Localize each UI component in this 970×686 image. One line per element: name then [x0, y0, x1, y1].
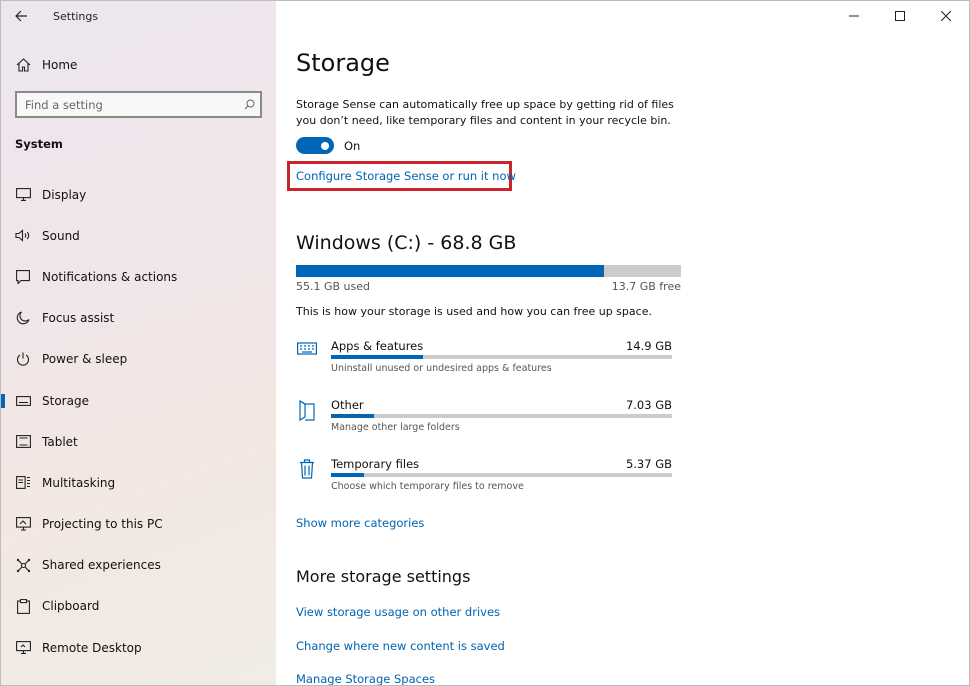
- change-save-location-link[interactable]: Change where new content is saved: [296, 639, 505, 653]
- more-storage-settings-title: More storage settings: [296, 567, 471, 586]
- category-name: Apps & features: [331, 339, 424, 353]
- sidebar-item-home[interactable]: Home: [1, 51, 276, 79]
- apps-features-icon: [296, 341, 318, 365]
- show-more-categories-link[interactable]: Show more categories: [296, 516, 424, 530]
- power-icon: [15, 352, 31, 366]
- title-bar: Settings: [1, 1, 276, 31]
- main-content: Storage Storage Sense can automatically …: [287, 1, 956, 685]
- sidebar-item-label: Clipboard: [42, 599, 100, 614]
- moon-icon: [15, 311, 31, 325]
- category-other[interactable]: Other 7.03 GB Manage other large folders: [296, 398, 676, 454]
- category-temporary-files[interactable]: Temporary files 5.37 GB Choose which tem…: [296, 457, 676, 513]
- sidebar-item-clipboard[interactable]: Clipboard: [1, 586, 276, 627]
- category-name: Other: [331, 398, 364, 412]
- other-folder-icon: [296, 400, 318, 424]
- display-icon: [15, 188, 31, 202]
- sidebar-item-label: Projecting to this PC: [42, 517, 163, 532]
- category-name: Temporary files: [331, 457, 420, 471]
- trash-icon: [296, 459, 318, 483]
- notifications-icon: [15, 270, 31, 284]
- page-title: Storage: [296, 49, 390, 77]
- sidebar-item-label: Shared experiences: [42, 558, 161, 573]
- sidebar-item-label: Display: [42, 187, 87, 202]
- sidebar-item-tablet[interactable]: Tablet: [1, 421, 276, 462]
- sidebar-item-shared-experiences[interactable]: Shared experiences: [1, 545, 276, 586]
- projecting-icon: [15, 517, 31, 531]
- manage-storage-spaces-link[interactable]: Manage Storage Spaces: [296, 672, 435, 685]
- search-icon[interactable]: [238, 99, 260, 110]
- section-title: System: [15, 137, 63, 151]
- sidebar-item-label: Power & sleep: [42, 352, 128, 367]
- search-box[interactable]: [15, 91, 262, 118]
- toggle-knob: [321, 141, 329, 150]
- sidebar-item-label: Focus assist: [42, 311, 115, 326]
- back-arrow-icon: [14, 10, 27, 22]
- drive-used-label: 55.1 GB used: [296, 280, 371, 293]
- category-usage-bar-fill: [331, 414, 375, 418]
- storage-sense-description: Storage Sense can automatically free up …: [296, 98, 674, 127]
- category-usage-bar: [331, 473, 672, 477]
- category-subtitle: Manage other large folders: [331, 422, 460, 433]
- sidebar-item-label: Multitasking: [42, 475, 116, 490]
- search-input[interactable]: [17, 97, 238, 112]
- sidebar-item-projecting[interactable]: Projecting to this PC: [1, 504, 276, 545]
- category-subtitle: Uninstall unused or undesired apps & fea…: [331, 363, 552, 374]
- multitasking-icon: [15, 476, 31, 490]
- drive-usage-bar-fill: [296, 265, 605, 277]
- sidebar-item-display[interactable]: Display: [1, 174, 276, 215]
- remote-desktop-icon: [15, 641, 31, 655]
- category-usage-bar-fill: [331, 355, 424, 359]
- app-title: Settings: [53, 9, 99, 23]
- sound-icon: [15, 229, 31, 242]
- category-apps-features[interactable]: Apps & features 14.9 GB Uninstall unused…: [296, 339, 676, 395]
- view-other-drives-link[interactable]: View storage usage on other drives: [296, 605, 500, 619]
- sidebar-item-label: Storage: [42, 393, 89, 408]
- sidebar-item-multitasking[interactable]: Multitasking: [1, 462, 276, 503]
- storage-icon: [15, 395, 31, 406]
- sidebar-item-focus-assist[interactable]: Focus assist: [1, 298, 276, 339]
- sidebar: Settings Home System Display Sound: [1, 1, 276, 685]
- category-size: 14.9 GB: [625, 339, 672, 353]
- category-size: 7.03 GB: [625, 398, 672, 412]
- category-size: 5.37 GB: [625, 457, 672, 471]
- clipboard-icon: [15, 599, 31, 614]
- sidebar-item-sound[interactable]: Sound: [1, 215, 276, 256]
- sidebar-item-label: Remote Desktop: [42, 640, 142, 655]
- home-label: Home: [42, 58, 78, 72]
- shared-experiences-icon: [15, 558, 31, 573]
- settings-window: Settings Home System Display Sound: [0, 0, 970, 686]
- sidebar-item-power-sleep[interactable]: Power & sleep: [1, 339, 276, 380]
- sidebar-item-storage[interactable]: Storage: [1, 380, 276, 421]
- configure-storage-sense-link[interactable]: Configure Storage Sense or run it now: [296, 169, 516, 183]
- category-usage-bar: [331, 355, 672, 359]
- drive-usage-bar: [296, 265, 681, 277]
- toggle-state-label: On: [344, 138, 361, 153]
- sidebar-nav: Display Sound Notifications & actions Fo…: [1, 174, 276, 668]
- sidebar-item-label: Tablet: [42, 434, 78, 449]
- storage-sense-toggle[interactable]: [296, 137, 334, 154]
- sidebar-item-remote-desktop[interactable]: Remote Desktop: [1, 627, 276, 668]
- sidebar-item-notifications[interactable]: Notifications & actions: [1, 256, 276, 297]
- sidebar-item-label: Notifications & actions: [42, 269, 178, 284]
- category-subtitle: Choose which temporary files to remove: [331, 481, 524, 492]
- storage-sense-toggle-row: On: [296, 137, 360, 154]
- home-icon: [15, 58, 31, 72]
- category-usage-bar-fill: [331, 473, 365, 477]
- category-usage-bar: [331, 414, 672, 418]
- storage-usage-text: This is how your storage is used and how…: [296, 305, 652, 318]
- drive-free-label: 13.7 GB free: [611, 280, 681, 293]
- back-button[interactable]: [1, 1, 41, 31]
- tablet-icon: [15, 435, 31, 449]
- sidebar-item-label: Sound: [42, 228, 80, 243]
- drive-title: Windows (C:) - 68.8 GB: [296, 232, 517, 254]
